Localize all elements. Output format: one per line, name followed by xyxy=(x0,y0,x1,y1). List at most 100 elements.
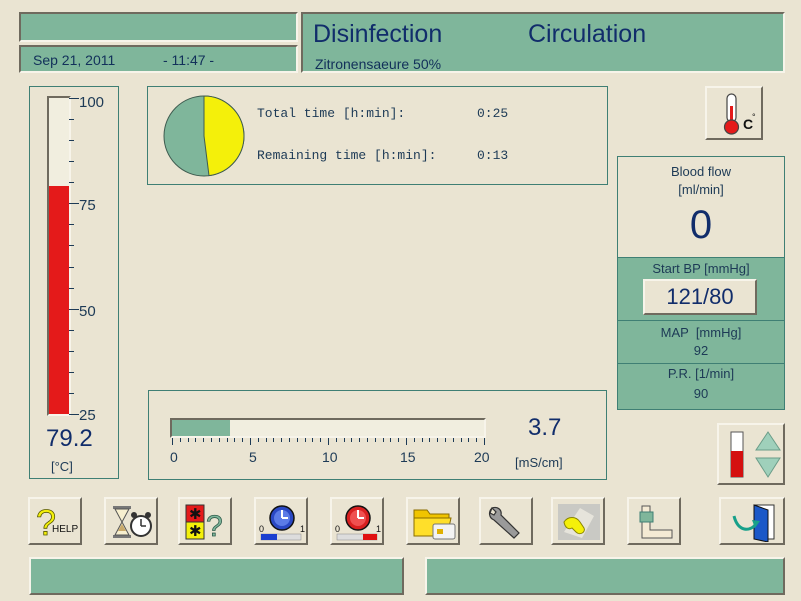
vitals-panel: Blood flow [ml/min] 0 Start BP [mmHg] 12… xyxy=(617,156,785,410)
thermometer-column xyxy=(47,96,71,416)
conductivity-tick xyxy=(343,438,345,442)
elapsed-time-slice xyxy=(203,95,245,177)
folder-card-icon xyxy=(413,509,456,540)
temperature-unit-button[interactable]: C ° xyxy=(705,86,763,140)
hourglass-alarm-icon xyxy=(113,506,152,538)
conductivity-tick xyxy=(296,438,298,442)
thermometer-tick xyxy=(69,329,74,331)
level-adjust-button[interactable] xyxy=(717,423,785,485)
top-left-field xyxy=(19,12,298,42)
temp-label-50: 50 xyxy=(79,303,96,320)
conductivity-tick xyxy=(304,438,306,442)
temp-label-100: 100 xyxy=(79,94,105,111)
conductivity-tick xyxy=(406,438,407,445)
thermometer-tick xyxy=(69,203,79,205)
svg-text:1: 1 xyxy=(300,524,305,534)
thermometer-tick xyxy=(69,119,74,121)
total-time-value: 0:25 xyxy=(477,106,509,121)
remaining-time-label: Remaining time [h:min]: xyxy=(257,148,437,163)
arm-cuff-icon xyxy=(639,505,673,539)
help-label: HELP xyxy=(52,524,79,535)
temp-label-25: 25 xyxy=(79,407,96,424)
thermometer-tick xyxy=(69,182,74,184)
conductivity-panel: 0 5 10 15 20 3.7 [mS/cm] xyxy=(148,390,607,480)
timer-on-button[interactable]: 0 1 xyxy=(330,497,384,545)
alarm-question-icon: ✱ ✱ ? xyxy=(185,504,223,542)
start-bp-section: Start BP [mmHg] 121/80 xyxy=(618,258,784,321)
conductivity-tick xyxy=(335,438,337,442)
blood-flow-label: Blood flow xyxy=(671,164,731,179)
thermometer-tick xyxy=(69,140,74,142)
pulse-rate-value: 90 xyxy=(693,386,709,401)
thermometer-tick xyxy=(69,308,79,310)
degree-mark: ° xyxy=(752,112,756,122)
svg-text:1: 1 xyxy=(376,524,381,534)
conductivity-tick xyxy=(413,438,415,442)
conductivity-tick xyxy=(367,438,368,442)
thermometer-icon xyxy=(723,93,740,135)
timer-off-button[interactable]: 0 1 xyxy=(254,497,308,545)
conductivity-tick xyxy=(234,438,236,442)
date-time-bar: Sep 21, 2011 - 11:47 - xyxy=(19,45,298,73)
cond-label-0: 0 xyxy=(170,449,178,465)
pulse-rate-section: P.R. [1/min] 90 xyxy=(618,364,784,409)
thermometer-tick xyxy=(69,224,74,226)
cleaning-button[interactable] xyxy=(551,497,605,545)
conductivity-unit: [mS/cm] xyxy=(515,455,563,470)
cleaning-cloth-icon xyxy=(558,504,600,540)
cond-label-15: 15 xyxy=(400,449,416,465)
conductivity-tick xyxy=(289,438,290,442)
cond-label-20: 20 xyxy=(474,449,490,465)
conductivity-tick xyxy=(179,438,181,442)
exit-door-icon xyxy=(732,504,775,542)
conductivity-scale xyxy=(172,438,486,446)
help-button[interactable]: ? HELP xyxy=(28,497,82,545)
conductivity-tick xyxy=(203,438,205,442)
start-bp-button[interactable]: 121/80 xyxy=(643,279,757,315)
conductivity-tick xyxy=(351,438,353,442)
conductivity-tick xyxy=(421,438,423,442)
cond-label-10: 10 xyxy=(322,449,338,465)
map-section: MAP [mmHg] 92 xyxy=(618,321,784,364)
timer-panel: Total time [h:min]: 0:25 Remaining time … xyxy=(147,86,608,185)
conductivity-tick xyxy=(211,438,212,442)
blood-flow-value: 0 xyxy=(689,203,713,247)
map-label: MAP [mmHg] xyxy=(660,325,742,340)
conductivity-tick xyxy=(242,438,244,442)
patient-data-button[interactable] xyxy=(406,497,460,545)
wrench-icon xyxy=(488,506,520,539)
conductivity-bar xyxy=(170,418,486,438)
conductivity-tick xyxy=(172,438,173,445)
svg-text:✱: ✱ xyxy=(189,523,202,540)
blood-pressure-button[interactable] xyxy=(627,497,681,545)
conductivity-tick xyxy=(226,438,228,442)
level-adjust-icon xyxy=(730,431,781,478)
alarm-info-button[interactable]: ✱ ✱ ? xyxy=(178,497,232,545)
service-button[interactable] xyxy=(479,497,533,545)
pulse-rate-label: P.R. [1/min] xyxy=(667,366,735,381)
conductivity-tick xyxy=(265,438,267,442)
date-text: Sep 21, 2011 xyxy=(33,52,116,68)
conductivity-tick xyxy=(476,438,478,442)
blood-flow-section: Blood flow [ml/min] 0 xyxy=(618,157,784,258)
exit-button[interactable] xyxy=(719,497,785,545)
time-text: - 11:47 - xyxy=(163,52,215,68)
conductivity-tick xyxy=(187,438,189,442)
start-bp-label: Start BP [mmHg] xyxy=(652,261,750,276)
conductivity-tick xyxy=(250,438,251,445)
svg-text:0: 0 xyxy=(259,524,264,534)
conductivity-tick xyxy=(468,438,470,442)
timer-on-icon: 0 1 xyxy=(335,505,381,541)
conductivity-tick xyxy=(429,438,431,442)
conductivity-tick xyxy=(195,438,197,442)
timers-button[interactable] xyxy=(104,497,158,545)
thermometer-tick xyxy=(69,245,74,247)
elapsed-time-pie xyxy=(163,95,245,177)
mode-title: Disinfection xyxy=(313,20,443,48)
conductivity-tick xyxy=(359,438,361,442)
conductivity-tick xyxy=(437,438,439,442)
timer-off-icon: 0 1 xyxy=(259,505,305,541)
thermometer-tick xyxy=(69,266,74,268)
conductivity-tick xyxy=(452,438,454,442)
blood-flow-unit: [ml/min] xyxy=(678,182,724,197)
